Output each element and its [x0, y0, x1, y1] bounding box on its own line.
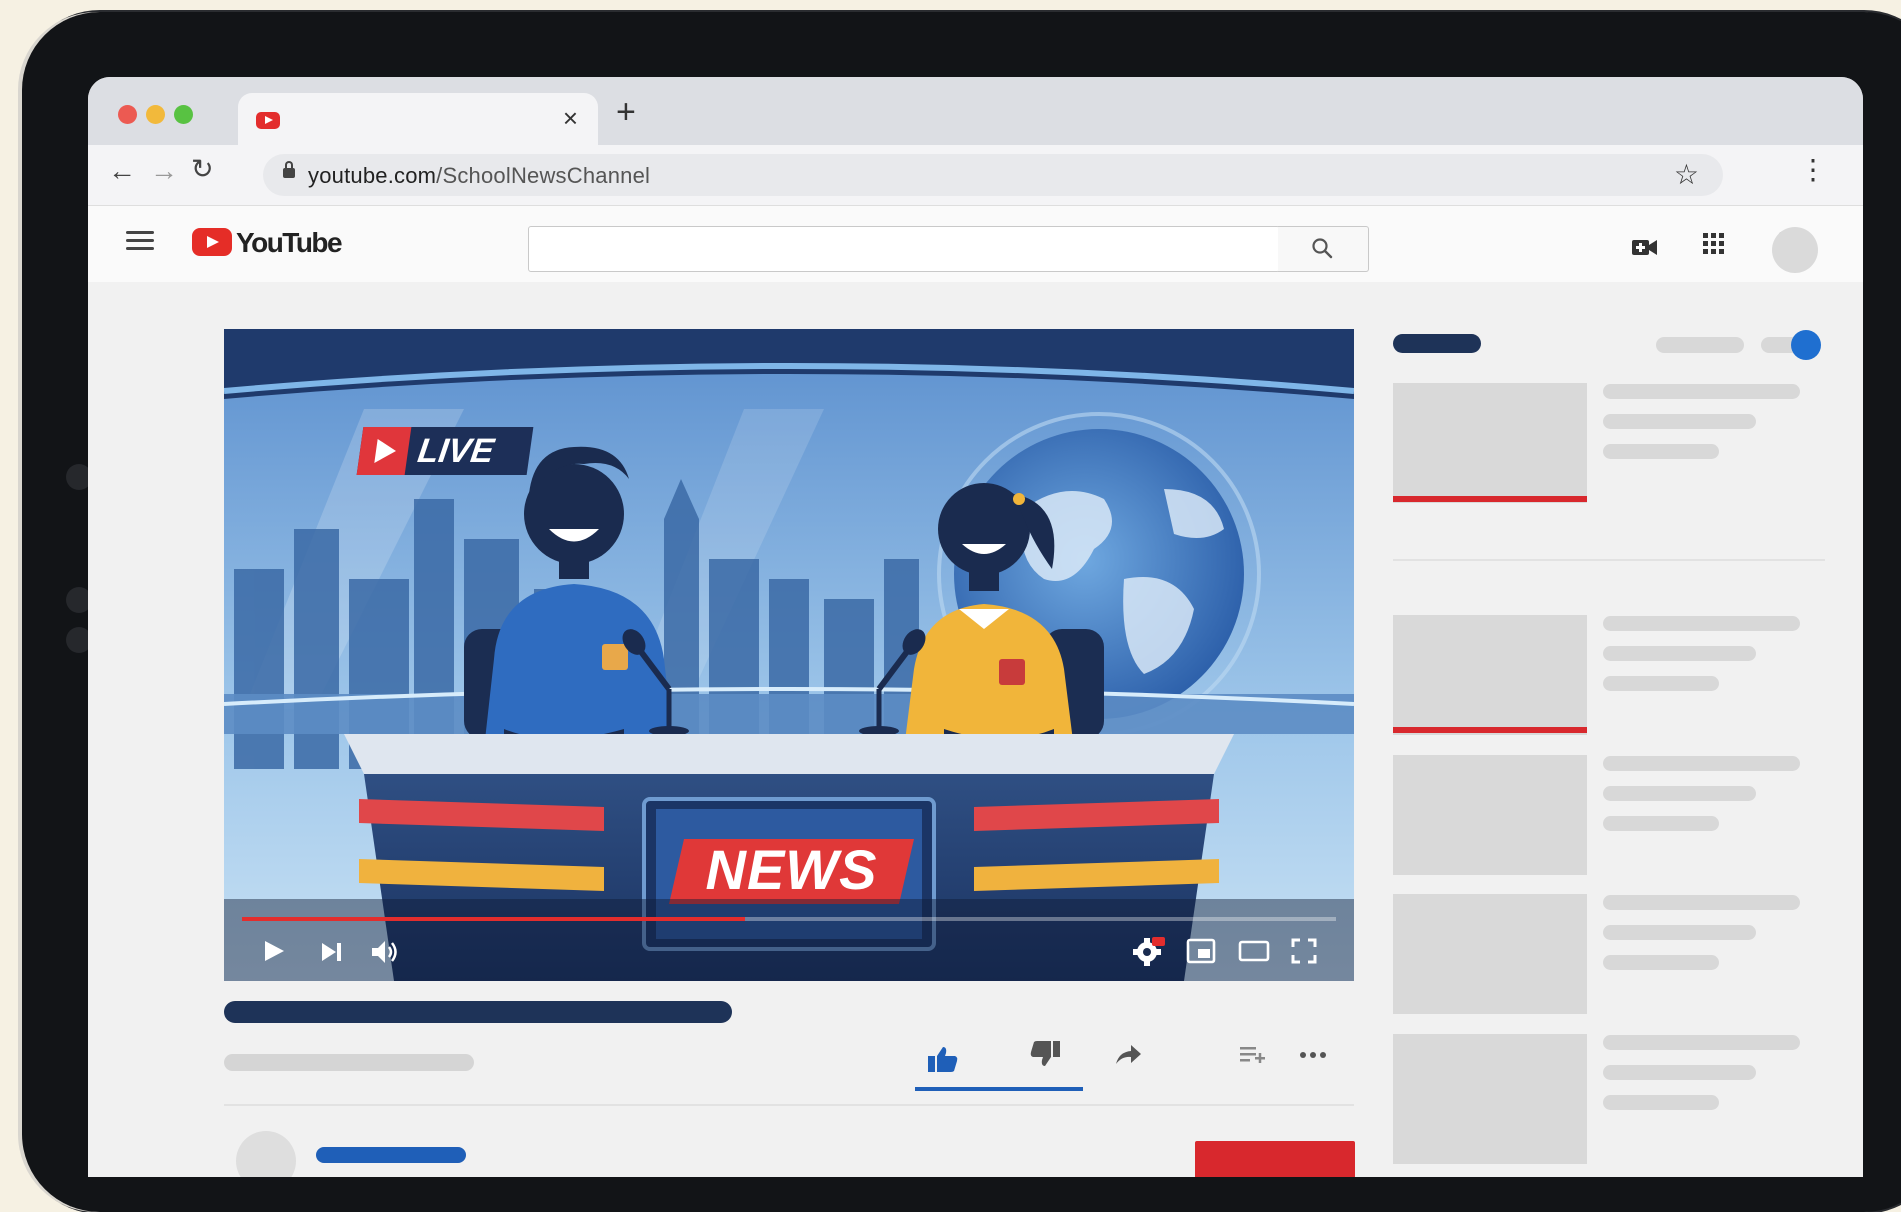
fullscreen-icon[interactable] — [1290, 937, 1318, 965]
address-bar-row: ← → ↻ youtube.com/SchoolNewsChannel ☆ ⋮ — [88, 145, 1863, 206]
recommended-title-line[interactable] — [1603, 384, 1800, 399]
search-icon — [1312, 238, 1333, 259]
autoplay-toggle-knob — [1791, 330, 1821, 360]
share-icon[interactable] — [1113, 1043, 1143, 1067]
youtube-play-logo-icon — [192, 228, 232, 256]
hamburger-menu-icon[interactable] — [126, 231, 154, 251]
maximize-window-button[interactable] — [174, 105, 193, 124]
like-underline — [915, 1087, 1083, 1091]
recommended-meta-line — [1603, 444, 1719, 459]
url-host: youtube.com — [308, 163, 437, 188]
channel-avatar[interactable] — [236, 1131, 296, 1177]
recommended-meta-line — [1603, 955, 1719, 970]
recommended-thumbnail[interactable] — [1393, 1034, 1587, 1164]
reload-icon[interactable]: ↻ — [191, 154, 214, 185]
play-icon[interactable] — [262, 939, 286, 963]
live-play-icon — [356, 427, 412, 475]
recommended-title-line — [1603, 1065, 1756, 1080]
next-icon[interactable] — [320, 941, 344, 963]
lock-icon — [283, 161, 295, 178]
player-controls — [224, 917, 1354, 981]
autoplay-label-placeholder — [1656, 337, 1744, 353]
apps-grid-icon[interactable] — [1700, 230, 1728, 258]
recommended-meta-line — [1603, 676, 1719, 691]
youtube-header: YouTube — [88, 206, 1863, 282]
youtube-favicon-icon — [256, 112, 280, 129]
progress-fill — [242, 917, 746, 921]
subscribe-button[interactable] — [1195, 1141, 1355, 1177]
divider — [224, 1104, 1354, 1106]
channel-name-placeholder[interactable] — [316, 1147, 466, 1163]
recommended-title-line — [1603, 414, 1756, 429]
minimize-window-button[interactable] — [146, 105, 165, 124]
recommended-thumbnail[interactable] — [1393, 894, 1587, 1014]
star-icon[interactable]: ☆ — [1674, 158, 1699, 191]
more-horiz-icon[interactable] — [1298, 1049, 1330, 1061]
back-arrow-icon[interactable]: ← — [108, 155, 136, 187]
recommended-title-line[interactable] — [1603, 616, 1800, 631]
address-bar[interactable]: youtube.com/SchoolNewsChannel ☆ — [263, 154, 1723, 196]
news-sign-text: NEWS — [705, 838, 878, 901]
recommended-meta-line — [1603, 1095, 1719, 1110]
search-input[interactable] — [528, 226, 1280, 272]
recommended-title-line[interactable] — [1603, 895, 1800, 910]
forward-arrow-icon[interactable]: → — [150, 155, 178, 187]
recommended-title-line — [1603, 925, 1756, 940]
sidebar-divider — [1393, 559, 1825, 561]
save-playlist-icon[interactable] — [1238, 1043, 1268, 1067]
recommended-thumbnail[interactable] — [1393, 615, 1587, 735]
progress-bar[interactable] — [242, 917, 1336, 921]
search-button[interactable] — [1278, 226, 1369, 272]
tab-bar: × + — [88, 77, 1863, 145]
miniplayer-icon[interactable] — [1186, 937, 1218, 965]
url-path: /SchoolNewsChannel — [436, 163, 651, 188]
video-title-placeholder — [224, 1001, 732, 1023]
recommended-meta-line — [1603, 816, 1719, 831]
video-camera-icon[interactable] — [1630, 234, 1660, 262]
thumbs-up-icon[interactable] — [926, 1044, 960, 1074]
url-text[interactable]: youtube.com/SchoolNewsChannel — [308, 163, 650, 189]
recommended-title-line — [1603, 646, 1756, 661]
volume-icon[interactable] — [370, 938, 400, 966]
recommended-thumbnail[interactable] — [1393, 755, 1587, 875]
more-vert-icon[interactable]: ⋮ — [1799, 153, 1827, 186]
browser-window: × + ← → ↻ youtube.com/SchoolNewsChannel … — [88, 77, 1863, 1177]
live-badge: LIVE — [356, 427, 534, 475]
recommended-thumbnail[interactable] — [1393, 383, 1587, 503]
watch-progress-bar — [1393, 727, 1587, 733]
close-window-button[interactable] — [118, 105, 137, 124]
video-player[interactable]: LIVE NEWS — [224, 329, 1354, 981]
recommended-title-line[interactable] — [1603, 756, 1800, 771]
thumbs-down-icon[interactable] — [1028, 1039, 1062, 1069]
theater-icon[interactable] — [1238, 939, 1270, 963]
sidebar-heading-placeholder — [1393, 334, 1481, 353]
watch-progress-bar — [1393, 496, 1587, 502]
browser-tab[interactable]: × — [238, 93, 598, 145]
close-icon[interactable]: × — [563, 103, 578, 134]
avatar[interactable] — [1772, 227, 1818, 273]
recommended-title-line[interactable] — [1603, 1035, 1800, 1050]
recommended-title-line — [1603, 786, 1756, 801]
plus-icon[interactable]: + — [616, 93, 636, 132]
live-label: LIVE — [415, 432, 497, 470]
video-meta-placeholder — [224, 1054, 474, 1071]
logo-text: YouTube — [236, 227, 343, 258]
settings-icon[interactable] — [1132, 936, 1166, 968]
